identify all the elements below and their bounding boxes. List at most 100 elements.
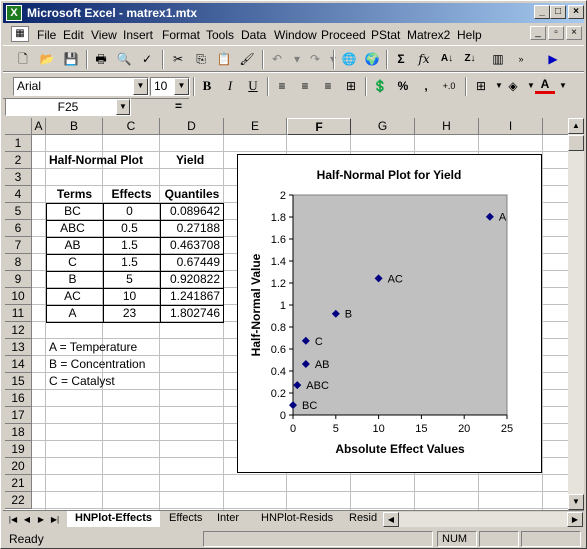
table-cell[interactable]: C — [46, 254, 99, 271]
cell-d2[interactable]: Yield — [176, 152, 204, 169]
note-a[interactable]: A = Temperature — [49, 339, 137, 356]
scroll-thumb[interactable] — [568, 135, 584, 151]
table-cell[interactable]: 1.5 — [103, 237, 156, 254]
toolbar-more-icon[interactable]: » — [511, 50, 531, 68]
chart-wizard-icon[interactable]: ▥ — [488, 50, 508, 68]
row-header-12[interactable]: 12 — [5, 322, 32, 339]
web-toolbar-icon[interactable]: 🌍 — [362, 50, 382, 68]
chevron-down-icon[interactable]: ▼ — [174, 78, 189, 95]
column-header-h[interactable]: H — [415, 118, 479, 135]
merge-center-icon[interactable]: ⊞ — [341, 77, 361, 95]
undo-icon[interactable]: ↶ — [267, 50, 287, 68]
table-cell[interactable]: 0.67449 — [160, 254, 220, 271]
currency-icon[interactable]: 💲 — [370, 77, 390, 95]
align-right-icon[interactable]: ≡ — [318, 77, 338, 95]
row-header-14[interactable]: 14 — [5, 356, 32, 373]
column-header-a[interactable]: A — [32, 118, 46, 135]
sheet-tab-hnplot-resids[interactable]: HNPlot-Resids — [253, 511, 341, 527]
doc-close-button[interactable]: × — [566, 26, 582, 40]
align-center-icon[interactable]: ≡ — [295, 77, 315, 95]
save-icon[interactable]: 💾 — [61, 50, 81, 68]
doc-restore-button[interactable]: ▫ — [548, 26, 564, 40]
table-header-quantiles[interactable]: Quantiles — [160, 186, 224, 203]
row-header-16[interactable]: 16 — [5, 390, 32, 407]
name-box[interactable]: F25 ▼ — [5, 98, 131, 116]
table-cell[interactable]: 1.5 — [103, 254, 156, 271]
table-cell[interactable]: 0.089642 — [160, 203, 220, 220]
table-cell[interactable]: A — [46, 305, 99, 322]
chevron-down-icon[interactable]: ▼ — [133, 78, 148, 95]
sheet-tab-resid[interactable]: Resid — [341, 511, 385, 527]
cut-icon[interactable]: ✂ — [168, 50, 188, 68]
first-sheet-icon[interactable]: |◀ — [7, 512, 19, 527]
note-b[interactable]: B = Concentration — [49, 356, 145, 373]
bold-button[interactable]: B — [197, 77, 217, 95]
menu-tools[interactable]: Tools — [206, 28, 234, 42]
formula-input[interactable] — [189, 98, 584, 116]
half-normal-chart[interactable]: Half-Normal Plot for Yield 0 0.2 0.4 0.6 0.8 1… — [237, 154, 542, 473]
hyperlink-icon[interactable]: 🌐 — [339, 50, 359, 68]
minimize-button[interactable]: _ — [534, 5, 550, 19]
sort-ascending-icon[interactable]: A↓ — [437, 50, 457, 68]
row-header-8[interactable]: 8 — [5, 254, 32, 271]
menu-proceed[interactable]: Proceed — [321, 28, 366, 42]
table-cell[interactable]: 0.5 — [103, 220, 156, 237]
format-painter-icon[interactable]: 🖌 — [237, 50, 257, 68]
formula-equals[interactable]: = — [175, 99, 182, 113]
worksheet-grid[interactable]: A B C D E F G H I 1 2 3 4 5 6 7 8 9 10 11 12 13 14 15 1… — [5, 118, 568, 510]
menu-edit[interactable]: Edit — [63, 28, 84, 42]
table-cell[interactable]: ABC — [46, 220, 99, 237]
scroll-right-icon[interactable]: ▶ — [567, 512, 583, 527]
doc-minimize-button[interactable]: _ — [530, 26, 546, 40]
row-header-4[interactable]: 4 — [5, 186, 32, 203]
cell-b2[interactable]: Half-Normal Plot — [49, 152, 143, 169]
row-header-6[interactable]: 6 — [5, 220, 32, 237]
column-header-b[interactable]: B — [46, 118, 103, 135]
menu-pstat[interactable]: PStat — [371, 28, 400, 42]
chevron-down-icon[interactable]: ▼ — [116, 99, 130, 115]
close-button[interactable]: × — [568, 5, 584, 19]
scroll-up-icon[interactable]: ▲ — [568, 118, 584, 134]
row-header-19[interactable]: 19 — [5, 441, 32, 458]
row-header-21[interactable]: 21 — [5, 475, 32, 492]
sheet-tab-inter[interactable]: Inter — [209, 511, 247, 527]
table-cell[interactable]: 5 — [103, 271, 156, 288]
sheet-tab-hnplot-effects[interactable]: HNPlot-Effects — [67, 511, 161, 527]
column-header-i[interactable]: I — [479, 118, 543, 135]
percent-icon[interactable]: % — [393, 77, 413, 95]
spelling-icon[interactable]: ✓ — [137, 50, 157, 68]
note-c[interactable]: C = Catalyst — [49, 373, 115, 390]
vertical-scrollbar[interactable]: ▲ ▼ — [568, 118, 584, 510]
fill-color-icon[interactable]: ◈ — [503, 77, 523, 95]
function-icon[interactable]: fx — [414, 50, 434, 68]
table-header-effects[interactable]: Effects — [103, 186, 160, 203]
excel-app-icon[interactable]: X — [6, 5, 22, 21]
menu-format[interactable]: Format — [162, 28, 200, 42]
open-icon[interactable]: 📂 — [37, 50, 57, 68]
italic-button[interactable]: I — [220, 77, 240, 95]
column-header-e[interactable]: E — [224, 118, 287, 135]
undo-dropdown-icon[interactable]: ▾ — [287, 50, 307, 68]
print-preview-icon[interactable]: 🔍 — [114, 50, 134, 68]
sort-descending-icon[interactable]: Z↓ — [460, 50, 480, 68]
autosum-icon[interactable]: Σ — [391, 50, 411, 68]
comma-style-icon[interactable]: , — [416, 77, 436, 95]
row-header-3[interactable]: 3 — [5, 169, 32, 186]
table-cell[interactable]: 0.920822 — [160, 271, 220, 288]
row-header-15[interactable]: 15 — [5, 373, 32, 390]
menu-file[interactable]: File — [37, 28, 56, 42]
table-cell[interactable]: BC — [46, 203, 99, 220]
table-cell[interactable]: 1.802746 — [160, 305, 220, 322]
column-header-c[interactable]: C — [103, 118, 160, 135]
row-header-11[interactable]: 11 — [5, 305, 32, 322]
row-header-18[interactable]: 18 — [5, 424, 32, 441]
table-cell[interactable]: AC — [46, 288, 99, 305]
underline-button[interactable]: U — [243, 77, 263, 95]
table-header-terms[interactable]: Terms — [46, 186, 103, 203]
menu-insert[interactable]: Insert — [123, 28, 153, 42]
row-header-1[interactable]: 1 — [5, 135, 32, 152]
column-header-f[interactable]: F — [287, 118, 351, 135]
align-left-icon[interactable]: ≡ — [272, 77, 292, 95]
row-header-2[interactable]: 2 — [5, 152, 32, 169]
table-cell[interactable]: AB — [46, 237, 99, 254]
